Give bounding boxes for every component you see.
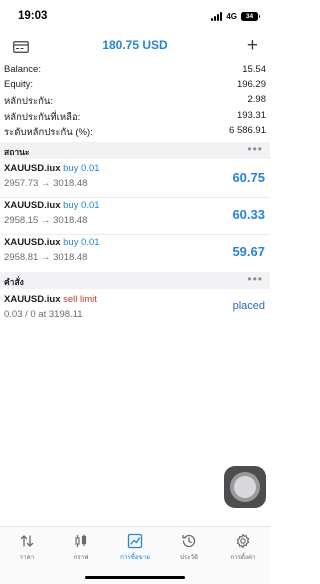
- assistive-touch-button[interactable]: [224, 466, 266, 508]
- order-state: placed: [232, 300, 265, 312]
- positions-section-header: สถานะ •••: [0, 142, 270, 159]
- position-row[interactable]: XAUUSD.iux buy 0.01 2958.15 → 3018.48 60…: [0, 198, 270, 235]
- gear-icon: [216, 533, 270, 549]
- summary-row-margin-level: ระดับหลักประกัน (%): 6 586.91: [0, 123, 270, 138]
- tab-history[interactable]: ประวัติ: [162, 533, 216, 563]
- summary-value: 196.29: [236, 79, 266, 91]
- arrow-right-icon: →: [40, 215, 51, 226]
- position-prices: 2958.15 → 3018.48: [4, 215, 87, 226]
- summary-row-balance: Balance: 15.54: [0, 62, 270, 77]
- order-symbol: XAUUSD.iux: [4, 294, 61, 305]
- status-indicators: 4G 34: [211, 10, 260, 23]
- position-row[interactable]: XAUUSD.iux buy 0.01 2958.81 → 3018.48 59…: [0, 235, 270, 272]
- summary-row-margin: หลักประกัน: 2.98: [0, 92, 270, 107]
- position-title: XAUUSD.iux buy 0.01: [4, 163, 100, 174]
- summary-row-equity: Equity: 196.29: [0, 77, 270, 92]
- tab-label: ประวัติ: [179, 554, 199, 561]
- summary-label: Balance:: [4, 64, 41, 75]
- more-options-icon[interactable]: •••: [247, 142, 263, 156]
- position-profit: 60.33: [232, 207, 265, 222]
- equity-title: 180.75 USD: [102, 38, 168, 52]
- position-profit: 60.75: [232, 170, 265, 185]
- order-side: sell limit: [63, 294, 97, 305]
- order-title: XAUUSD.iux sell limit: [4, 294, 97, 305]
- position-side: buy 0.01: [63, 200, 100, 211]
- position-row[interactable]: XAUUSD.iux buy 0.01 2957.73 → 3018.48 60…: [0, 161, 270, 198]
- open-price: 2957.73: [4, 178, 39, 189]
- section-title: คำสั่ง: [4, 277, 24, 287]
- summary-value: 15.54: [242, 64, 266, 75]
- tab-label: ราคา: [19, 554, 35, 561]
- tab-quotes[interactable]: ราคา: [0, 533, 54, 563]
- summary-value: 6 586.91: [229, 124, 266, 136]
- summary-value: 193.31: [236, 109, 266, 121]
- position-profit: 59.67: [232, 244, 265, 259]
- tab-label: การตั้งค่า: [230, 554, 256, 561]
- tab-label: การซื้อขาย: [120, 554, 150, 561]
- status-bar: 19:03 4G 34: [0, 0, 270, 36]
- position-side: buy 0.01: [63, 163, 100, 174]
- tab-settings[interactable]: การตั้งค่า: [216, 533, 270, 563]
- position-title: XAUUSD.iux buy 0.01: [4, 200, 100, 211]
- assistive-touch-icon: [230, 472, 260, 502]
- position-prices: 2958.81 → 3018.48: [4, 252, 87, 263]
- nav-header: 180.75 USD +: [0, 35, 270, 58]
- home-indicator: [85, 575, 185, 579]
- tab-trade[interactable]: การซื้อขาย: [108, 533, 162, 563]
- summary-value: 2.98: [247, 94, 267, 106]
- orders-section-header: คำสั่ง •••: [0, 272, 270, 289]
- history-clock-icon: [162, 533, 216, 549]
- summary-label: ระดับหลักประกัน (%):: [4, 126, 93, 138]
- arrow-right-icon: →: [40, 252, 51, 263]
- position-symbol: XAUUSD.iux: [4, 237, 61, 248]
- section-title: สถานะ: [4, 147, 30, 157]
- arrow-right-icon: →: [40, 178, 51, 189]
- order-row[interactable]: XAUUSD.iux sell limit 0.03 / 0 at 3198.1…: [0, 292, 270, 326]
- current-price: 3018.48: [53, 215, 88, 226]
- status-time: 19:03: [18, 10, 48, 22]
- more-options-icon[interactable]: •••: [247, 272, 263, 286]
- network-type: 4G: [226, 12, 237, 21]
- current-price: 3018.48: [53, 178, 88, 189]
- battery-level: 34: [245, 13, 254, 20]
- account-summary: Balance: 15.54 Equity: 196.29 หลักประกัน…: [0, 62, 270, 138]
- position-side: buy 0.01: [63, 237, 100, 248]
- trade-chart-icon: [108, 533, 162, 549]
- candlestick-icon: [54, 533, 108, 549]
- position-prices: 2957.73 → 3018.48: [4, 178, 87, 189]
- position-title: XAUUSD.iux buy 0.01: [4, 237, 100, 248]
- position-symbol: XAUUSD.iux: [4, 200, 61, 211]
- summary-row-free-margin: หลักประกันที่เหลือ: 193.31: [0, 108, 270, 123]
- add-order-plus-icon[interactable]: +: [247, 35, 258, 57]
- open-price: 2958.15: [4, 215, 39, 226]
- signal-icon: [211, 12, 223, 21]
- position-symbol: XAUUSD.iux: [4, 163, 61, 174]
- battery-icon: 34: [241, 12, 260, 21]
- order-detail: 0.03 / 0 at 3198.11: [4, 309, 83, 320]
- tab-label: กราฟ: [73, 554, 89, 561]
- open-price: 2958.81: [4, 252, 39, 263]
- summary-label: Equity:: [4, 79, 34, 91]
- tab-chart[interactable]: กราฟ: [54, 533, 108, 563]
- tab-bar: ราคา กราฟ การซื้อขาย ประวัติ การตั้งค่า: [0, 526, 270, 584]
- current-price: 3018.48: [53, 252, 88, 263]
- arrows-updown-icon: [0, 533, 54, 549]
